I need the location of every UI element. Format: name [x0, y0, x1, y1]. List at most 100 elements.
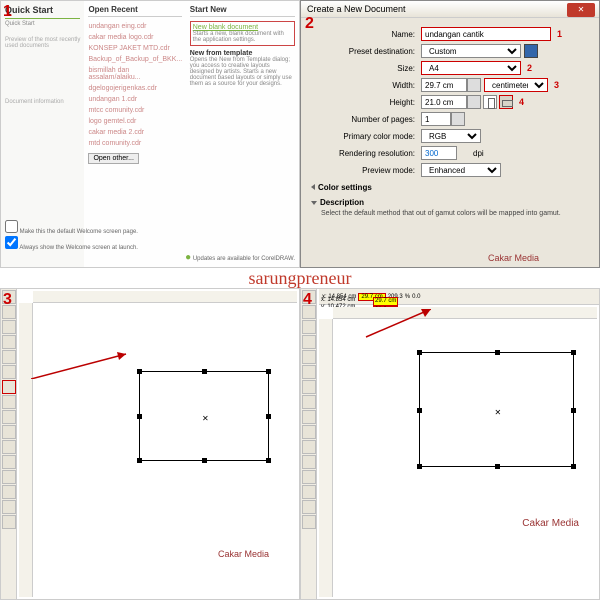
preview-select[interactable]: Enhanced [421, 163, 501, 177]
tool-eyedropper[interactable] [2, 485, 16, 499]
tool-shapes-basic[interactable] [302, 425, 316, 439]
open-recent-header: Open Recent [88, 5, 181, 17]
new-blank-desc: Starts a new, blank document with the ap… [193, 31, 292, 43]
height-label: Height: [311, 98, 421, 107]
pages-input[interactable] [421, 112, 451, 126]
recent-item[interactable]: Backup_of_Backup_of_BKK... [88, 54, 181, 65]
dialog-titlebar: Create a New Document ✕ [301, 1, 599, 18]
quick-start-tab[interactable]: Quick Start [5, 21, 80, 27]
recent-item[interactable]: undangan 1.cdr [88, 94, 181, 105]
tool-outline[interactable] [302, 500, 316, 514]
tool-crop[interactable] [2, 320, 16, 334]
tool-fill[interactable] [2, 515, 16, 529]
quick-start-panel: 1 Quick Start Quick Start Preview of the… [0, 0, 300, 268]
annotation-4: 4 [303, 291, 312, 309]
tool-interactive[interactable] [2, 470, 16, 484]
dpi-label: dpi [473, 149, 484, 158]
tool-zoom[interactable] [2, 335, 16, 349]
canvas-panel-3: 3 ✕ Cakar Media [0, 288, 300, 600]
recent-item[interactable]: KONSEP JAKET MTD.cdr [88, 43, 181, 54]
annotation-1: 1 [3, 3, 12, 21]
drawn-rectangle[interactable]: ✕ [139, 371, 269, 461]
tool-rectangle[interactable] [302, 380, 316, 394]
size-select[interactable]: A4 [421, 61, 521, 75]
color-settings-section[interactable]: Color settings [311, 183, 589, 192]
recent-item[interactable]: mtd comunity.cdr [88, 138, 181, 149]
toolbox [301, 289, 317, 599]
toolbox [1, 289, 17, 599]
new-template-link[interactable]: New from template [190, 50, 295, 57]
pages-spinner[interactable] [451, 112, 465, 126]
resolution-input[interactable] [421, 146, 457, 160]
unit-select[interactable]: centimeters [484, 78, 548, 92]
tool-outline[interactable] [2, 500, 16, 514]
tool-polygon[interactable] [2, 410, 16, 424]
preset-label: Preset destination: [311, 47, 421, 56]
canvas-panel-4: 4 x: 14.854 cm 29.7 cm 209.3 % 0.0 x: 14… [300, 288, 600, 600]
new-blank-link[interactable]: New blank document [193, 24, 292, 31]
tool-freehand[interactable] [2, 350, 16, 364]
tool-table[interactable] [2, 455, 16, 469]
recent-item[interactable]: mtcc comunity.cdr [88, 105, 181, 116]
tool-freehand[interactable] [302, 350, 316, 364]
tool-text[interactable] [2, 440, 16, 454]
always-show-checkbox[interactable]: Always show the Welcome screen at launch… [5, 236, 295, 251]
recent-item[interactable]: cakar media logo.cdr [88, 32, 181, 43]
width-input[interactable] [421, 78, 467, 92]
portrait-icon[interactable] [483, 95, 497, 109]
tool-zoom[interactable] [302, 335, 316, 349]
name-input[interactable] [421, 27, 551, 41]
tool-smart[interactable] [302, 365, 316, 379]
recent-item[interactable]: logo gemtel.cdr [88, 116, 181, 127]
callout-4: 4 [519, 97, 524, 107]
annotation-2: 2 [305, 15, 314, 33]
ruler-horizontal [33, 291, 297, 303]
tool-interactive[interactable] [302, 470, 316, 484]
tool-ellipse[interactable] [2, 395, 16, 409]
recent-item[interactable]: undangan eing.cdr [88, 21, 181, 32]
updates-notice[interactable]: ● Updates are available for CorelDRAW. [185, 252, 295, 263]
open-other-button[interactable]: Open other... [88, 153, 138, 164]
recent-item[interactable]: bismillah dan assalam/alaiku... [88, 65, 181, 83]
arrow-annotation [31, 349, 131, 379]
ruler-vertical [319, 319, 333, 597]
arrow-annotation [361, 309, 431, 339]
tool-shapes-basic[interactable] [2, 425, 16, 439]
tool-text[interactable] [302, 440, 316, 454]
width-label: Width: [311, 81, 421, 90]
tool-rectangle[interactable] [2, 380, 16, 394]
colormode-select[interactable]: RGB [421, 129, 481, 143]
tool-smart[interactable] [2, 365, 16, 379]
start-new-header: Start New [190, 5, 295, 17]
preview-label: Preview of the most recently used docume… [5, 37, 80, 49]
close-icon[interactable]: ✕ [567, 3, 595, 17]
colormode-label: Primary color mode: [311, 132, 421, 141]
tool-fill[interactable] [302, 515, 316, 529]
tool-eyedropper[interactable] [302, 485, 316, 499]
preset-select[interactable]: Custom [421, 44, 521, 58]
description-section[interactable]: Description [311, 198, 589, 207]
tool-table[interactable] [302, 455, 316, 469]
annotation-3: 3 [3, 291, 12, 309]
tool-polygon[interactable] [302, 410, 316, 424]
tool-ellipse[interactable] [302, 395, 316, 409]
save-preset-icon[interactable] [524, 44, 538, 58]
preview-label: Preview mode: [311, 166, 421, 175]
rotation[interactable]: 0.0 [412, 294, 420, 300]
chevron-right-icon [311, 184, 315, 190]
docinfo-label: Document information [5, 99, 80, 105]
dialog-title: Create a New Document [307, 4, 406, 14]
new-template-desc: Opens the New from Template dialog; you … [190, 57, 295, 87]
recent-item[interactable]: cakar media 2.cdr [88, 127, 181, 138]
height-spinner[interactable] [467, 95, 481, 109]
quick-start-title: Quick Start [5, 5, 80, 19]
default-welcome-checkbox[interactable]: Make this the default Welcome screen pag… [5, 220, 295, 235]
tool-crop[interactable] [302, 320, 316, 334]
recent-item[interactable]: dgelogojerigenkas.cdr [88, 83, 181, 94]
pages-label: Number of pages: [311, 115, 421, 124]
height-input[interactable] [421, 95, 467, 109]
landscape-icon[interactable] [499, 95, 513, 109]
drawn-rectangle[interactable]: ✕ [419, 352, 574, 467]
description-text: Select the default method that out of ga… [311, 207, 589, 220]
width-spinner[interactable] [467, 78, 481, 92]
